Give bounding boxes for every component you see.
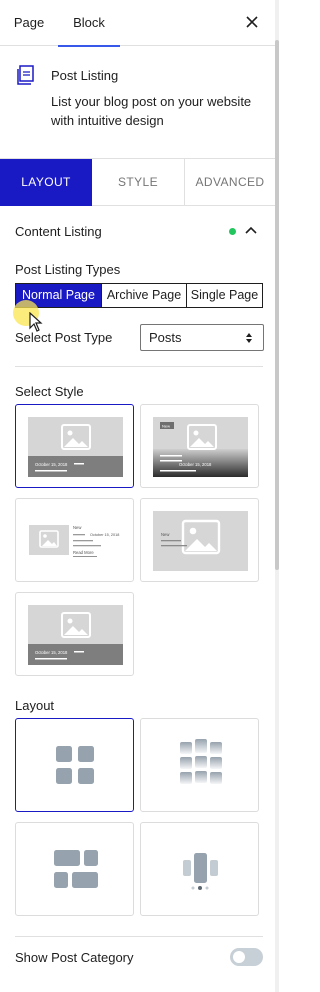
list-grid-layout-icon [54, 850, 98, 888]
style-3-read-more: Read More [73, 550, 94, 555]
tab-style[interactable]: STYLE [92, 159, 185, 206]
style-1-preview: October 15, 2018 [28, 417, 123, 477]
style-card-2[interactable]: New October 15, 2018 [140, 404, 259, 488]
option-archive-page[interactable]: Archive Page [102, 284, 187, 307]
layout-label: Layout [15, 698, 55, 713]
style-3-tag: New [73, 525, 82, 530]
tab-page[interactable]: Page [0, 0, 58, 46]
option-single-page[interactable]: Single Page [187, 284, 262, 307]
panel-title-content-listing[interactable]: Content Listing [15, 224, 102, 239]
select-style-label: Select Style [15, 384, 84, 399]
style-4-tag: New [161, 532, 170, 537]
layout-option-carousel[interactable] [140, 822, 259, 916]
masonry-layout-icon [180, 739, 222, 784]
mouse-pointer-icon [29, 312, 43, 332]
style-1-date: October 15, 2018 [35, 462, 68, 467]
close-icon[interactable] [243, 13, 261, 31]
select-arrows-icon [246, 333, 252, 343]
divider [15, 936, 263, 937]
status-dot [229, 228, 236, 235]
style-2-tag: New [162, 424, 170, 429]
style-3-date: October 15, 2018 [90, 533, 119, 537]
chevron-up-icon[interactable] [244, 225, 258, 235]
post-listing-types-control: Normal Page Archive Page Single Page [15, 283, 263, 308]
post-type-select[interactable]: Posts [140, 324, 264, 351]
layout-option-grid[interactable] [15, 718, 134, 812]
grid-layout-icon [56, 746, 94, 784]
settings-tabs: LAYOUT STYLE ADVANCED [0, 158, 275, 206]
post-listing-types-label: Post Listing Types [15, 262, 121, 277]
toggle-knob [233, 951, 245, 963]
carousel-layout-icon [183, 853, 218, 890]
show-post-category-toggle[interactable] [230, 948, 263, 966]
post-listing-icon [17, 65, 34, 85]
block-title: Post Listing [51, 68, 119, 83]
style-2-date: October 15, 2018 [179, 462, 212, 467]
block-card: Post Listing List your blog post on your… [0, 46, 275, 158]
select-post-type-label: Select Post Type [15, 330, 113, 345]
layout-option-masonry[interactable] [140, 718, 259, 812]
style-2-preview: New October 15, 2018 [153, 417, 248, 477]
style-card-1[interactable]: October 15, 2018 [15, 404, 134, 488]
post-type-value: Posts [149, 330, 182, 345]
tab-advanced[interactable]: ADVANCED [185, 159, 275, 206]
show-post-category-label: Show Post Category [15, 950, 134, 965]
style-4-preview: New [153, 511, 248, 571]
style-card-5[interactable]: October 15, 2018 [15, 592, 134, 676]
style-5-date: October 15, 2018 [35, 650, 68, 655]
style-5-preview: October 15, 2018 [28, 605, 123, 665]
sidebar-tabs: Page Block [0, 0, 275, 47]
divider [15, 366, 263, 367]
panel-scrollbar[interactable] [275, 0, 279, 992]
style-card-4[interactable]: New [140, 498, 259, 582]
style-3-preview: New October 15, 2018 Read More [29, 525, 119, 557]
layout-option-grid-2[interactable] [15, 822, 134, 916]
style-card-3[interactable]: New October 15, 2018 Read More [15, 498, 134, 582]
scrollbar-thumb[interactable] [275, 40, 279, 570]
tab-block[interactable]: Block [58, 0, 120, 47]
tab-layout[interactable]: LAYOUT [0, 159, 92, 206]
block-description: List your blog post on your website with… [51, 94, 252, 128]
